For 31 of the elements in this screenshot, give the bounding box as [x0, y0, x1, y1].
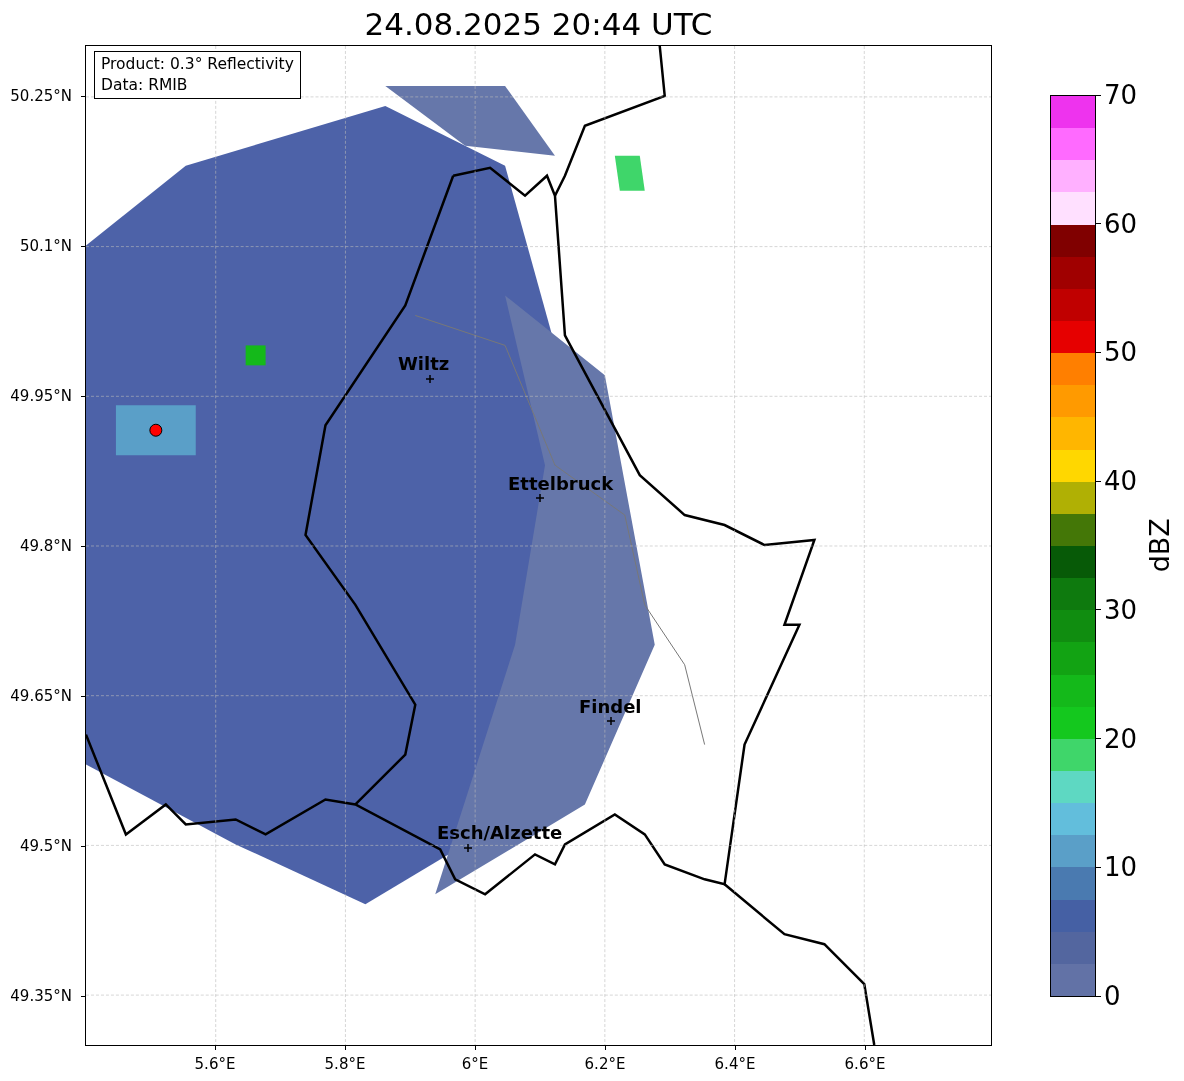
colorbar-axis-label: dBZ — [1142, 517, 1176, 573]
colorbar-tick-label: 40 — [1104, 466, 1138, 497]
city-marker-icon — [607, 717, 615, 725]
longitude-label: 6.2°E — [584, 1054, 626, 1074]
longitude-label: 5.8°E — [324, 1054, 366, 1074]
city-label: Wiltz — [398, 353, 450, 375]
info-text: Product: 0.3° Reflectivity — [101, 54, 294, 75]
latitude-label: 50.25°N — [10, 85, 72, 107]
info-text: Data: RMIB — [101, 75, 189, 96]
latitude-label: 49.65°N — [10, 685, 72, 707]
longitude-label: 6°E — [461, 1054, 489, 1074]
city-marker-icon — [536, 494, 544, 502]
latitude-label: 49.5°N — [19, 835, 72, 857]
latitude-label: 49.95°N — [10, 385, 72, 407]
colorbar-tick-label: 30 — [1104, 594, 1138, 625]
longitude-label: 5.6°E — [194, 1054, 236, 1074]
latitude-label: 50.1°N — [19, 235, 72, 257]
colorbar-tick-label: 70 — [1104, 80, 1138, 110]
colorbar-tick-label: 0 — [1104, 981, 1121, 1011]
longitude-label: 6.4°E — [714, 1054, 756, 1074]
colorbar-tick-label: 10 — [1104, 852, 1138, 883]
city-marker-icon — [426, 375, 434, 383]
latitude-label: 49.8°N — [19, 535, 72, 557]
colorbar-tick-label: 50 — [1104, 337, 1138, 368]
chart-title: 24.08.2025 20:44 UTC — [364, 5, 713, 44]
colorbar-tick-label: 60 — [1104, 208, 1138, 239]
city-marker-icon — [464, 844, 472, 852]
longitude-label: 6.6°E — [844, 1054, 886, 1074]
colorbar-tick-label: 20 — [1104, 723, 1138, 754]
city-label: Ettelbruck — [508, 473, 614, 495]
latitude-label: 49.35°N — [10, 985, 72, 1007]
